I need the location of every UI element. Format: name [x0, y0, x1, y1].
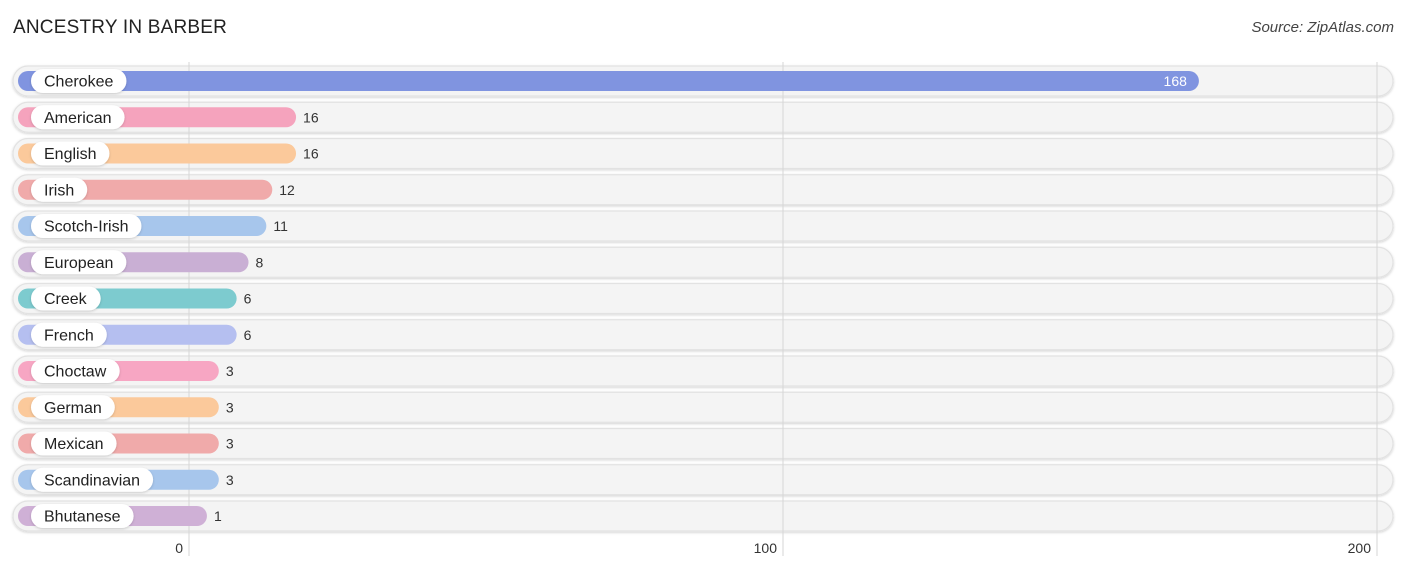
bar-row: American 16 — [18, 105, 319, 130]
category-label: American — [44, 110, 112, 127]
bar — [18, 71, 1199, 91]
value-label: 11 — [273, 218, 288, 234]
category-label: Cherokee — [44, 74, 113, 91]
category-label: Choctaw — [44, 364, 107, 381]
value-label: 3 — [226, 436, 234, 452]
bar-row: Scandinavian 3 — [18, 467, 234, 492]
category-label: English — [44, 146, 96, 163]
value-label: 168 — [1164, 73, 1188, 89]
bar-track — [12, 464, 1394, 496]
value-label: 3 — [226, 399, 234, 415]
value-label: 6 — [244, 327, 252, 343]
bar-row: Scotch-Irish 11 — [18, 214, 288, 238]
value-label: 16 — [303, 109, 319, 125]
value-label: 8 — [256, 254, 264, 270]
category-label: European — [44, 255, 113, 272]
x-tick-label: 0 — [175, 540, 183, 556]
value-label: 6 — [244, 291, 252, 307]
category-label: French — [44, 327, 94, 344]
bar-row: German 3 — [18, 395, 234, 420]
bar-chart: Cherokee 168American 16English 16Irish 12Sco… — [12, 62, 1394, 556]
bar-row: Choctaw 3 — [18, 359, 234, 383]
bar-row: Mexican 3 — [18, 431, 234, 456]
bar-row: Creek 6 — [18, 286, 252, 311]
bar-row: French 6 — [18, 322, 252, 347]
category-label: German — [44, 400, 102, 417]
value-label: 16 — [303, 146, 319, 162]
bar-track — [12, 391, 1394, 423]
bar-row: Irish 12 — [18, 177, 295, 202]
bar-track — [12, 355, 1394, 387]
category-label: Scotch-Irish — [44, 219, 128, 236]
value-label: 3 — [226, 363, 234, 379]
bar-row: European 8 — [18, 250, 264, 275]
bar-row: Cherokee 168 — [18, 69, 1199, 93]
category-label: Bhutanese — [44, 509, 121, 526]
category-label: Irish — [44, 182, 74, 199]
bar-track — [12, 427, 1394, 460]
x-tick-label: 200 — [1348, 540, 1372, 556]
bar-row: English 16 — [18, 141, 319, 166]
x-tick-label: 100 — [754, 540, 778, 556]
value-label: 1 — [214, 508, 222, 524]
value-label: 3 — [226, 472, 234, 488]
category-label: Scandinavian — [44, 472, 140, 489]
value-label: 12 — [279, 182, 295, 198]
category-label: Mexican — [44, 436, 104, 453]
category-label: Creek — [44, 291, 88, 308]
bar-row: Bhutanese 1 — [18, 504, 222, 528]
